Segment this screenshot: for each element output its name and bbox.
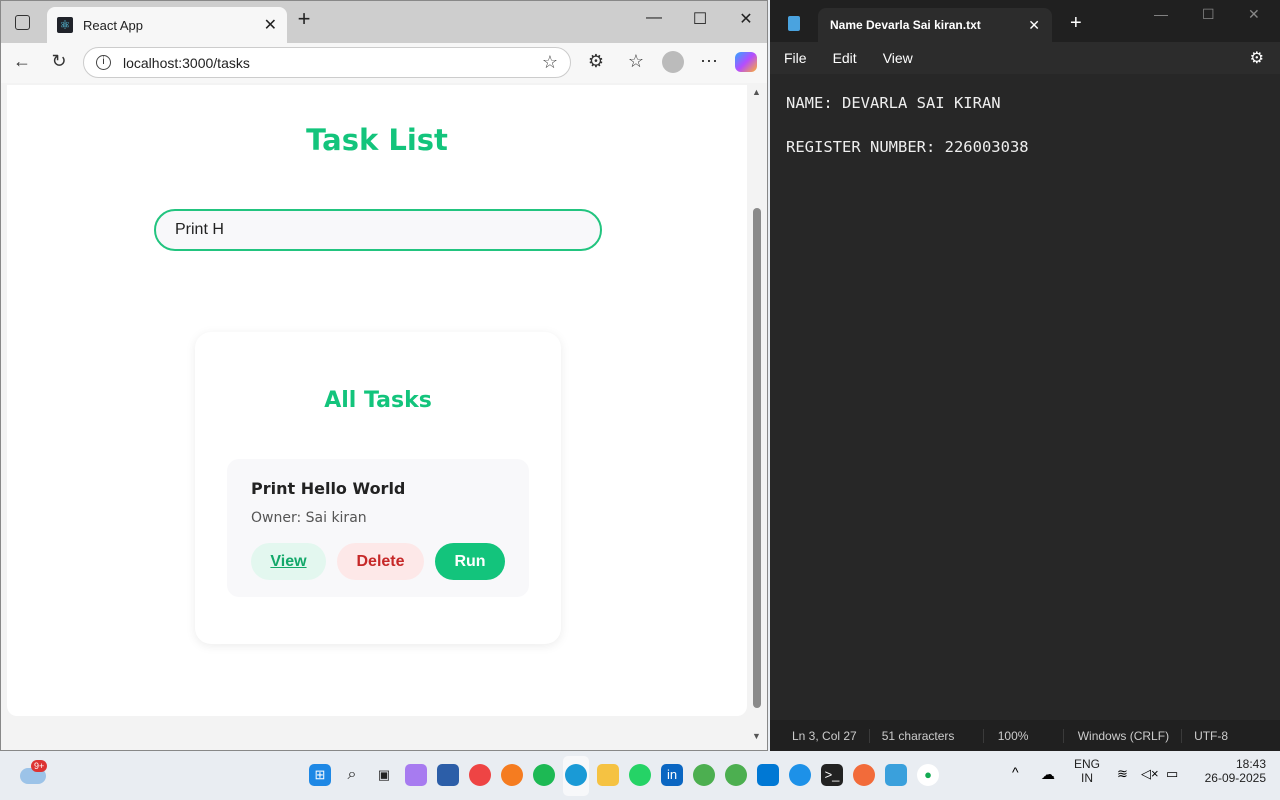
close-window-icon[interactable]: ✕	[731, 9, 761, 29]
vscode-icon[interactable]	[757, 764, 779, 786]
close-tab-icon[interactable]: ✕	[1028, 17, 1040, 34]
refresh-icon[interactable]: ↻	[47, 51, 71, 72]
mongodb-icon[interactable]: ●	[917, 764, 939, 786]
scrollbar-thumb[interactable]	[753, 208, 761, 708]
search-icon[interactable]: ⌕	[341, 764, 363, 786]
notepad-taskbar-icon[interactable]	[885, 764, 907, 786]
menu-edit[interactable]: Edit	[833, 50, 857, 66]
time: 18:43	[1235, 757, 1266, 771]
browser-tab[interactable]: ⚛ React App ✕	[47, 7, 287, 43]
wifi-icon[interactable]: ≋	[1117, 766, 1128, 782]
edge-icon[interactable]	[565, 764, 587, 786]
date: 26-09-2025	[1204, 771, 1266, 785]
lang-secondary: IN	[1081, 771, 1093, 785]
close-tab-icon[interactable]: ✕	[264, 15, 277, 35]
task-title: Print Hello World	[251, 479, 406, 498]
browser-titlebar: ⚛ React App ✕ + — ☐ ✕	[1, 1, 767, 43]
firefox-icon[interactable]	[501, 764, 523, 786]
close-window-icon[interactable]: ✕	[1248, 6, 1260, 23]
run-button[interactable]: Run	[435, 543, 505, 580]
react-icon: ⚛	[57, 17, 73, 33]
new-tab-icon[interactable]: +	[1070, 12, 1082, 35]
language-indicator[interactable]: ENG IN	[1074, 757, 1100, 785]
maximize-icon[interactable]: ☐	[685, 9, 715, 29]
store-icon[interactable]	[437, 764, 459, 786]
page-title: Task List	[306, 123, 448, 157]
scroll-down-icon[interactable]: ▼	[752, 731, 761, 741]
spotify-icon[interactable]	[533, 764, 555, 786]
char-count: 51 characters	[870, 728, 984, 743]
whatsapp-icon[interactable]	[629, 764, 651, 786]
copilot-app-icon[interactable]	[405, 764, 427, 786]
favorite-star-icon[interactable]: ☆	[542, 52, 558, 73]
section-title: All Tasks	[324, 388, 432, 413]
menu-view[interactable]: View	[883, 50, 913, 66]
scroll-up-icon[interactable]: ▲	[752, 87, 761, 97]
address-bar[interactable]: i localhost:3000/tasks ☆	[83, 47, 571, 78]
volume-muted-icon[interactable]: ◁×	[1141, 766, 1159, 782]
notepad-text-area[interactable]: NAME: DEVARLA SAI KIRAN REGISTER NUMBER:…	[786, 92, 1029, 158]
notepad-tab[interactable]: Name Devarla Sai kiran.txt ✕	[818, 8, 1052, 42]
chrome-profile2-icon[interactable]	[725, 764, 747, 786]
encoding: UTF-8	[1194, 728, 1229, 743]
task-owner: Owner: Sai kiran	[251, 510, 367, 526]
line-ending: Windows (CRLF)	[1064, 728, 1183, 743]
minimize-icon[interactable]: —	[1154, 6, 1168, 22]
all-tasks-card: All Tasks Print Hello World Owner: Sai k…	[195, 332, 561, 644]
notepad-app-icon	[788, 16, 800, 31]
tab-actions-icon[interactable]	[15, 15, 30, 30]
file-explorer-icon[interactable]	[597, 764, 619, 786]
terminal-icon[interactable]: >_	[821, 764, 843, 786]
lang-primary: ENG	[1074, 757, 1101, 771]
settings-icon[interactable]: ⚙	[1250, 48, 1264, 68]
clock[interactable]: 18:43 26-09-2025	[1196, 757, 1266, 785]
info-icon[interactable]: i	[96, 55, 111, 70]
zoom-level: 100%	[984, 728, 1064, 743]
minimize-icon[interactable]: —	[639, 9, 669, 27]
linkedin-icon[interactable]: in	[661, 764, 683, 786]
delete-button[interactable]: Delete	[337, 543, 424, 580]
url-text: localhost:3000/tasks	[123, 54, 250, 71]
copilot-icon[interactable]	[735, 52, 757, 72]
task-view-icon[interactable]: ▣	[373, 764, 395, 786]
weather-badge: 9+	[31, 760, 48, 772]
battery-icon[interactable]: ▭	[1166, 766, 1178, 782]
notepad-menubar: File Edit View ⚙	[770, 42, 1280, 74]
menu-file[interactable]: File	[784, 50, 807, 66]
view-button[interactable]: View	[251, 543, 326, 580]
extensions-icon[interactable]: ⚙	[584, 51, 608, 72]
start-icon[interactable]: ⊞	[309, 764, 331, 786]
cursor-position: Ln 3, Col 27	[770, 728, 870, 743]
notepad-window: Name Devarla Sai kiran.txt ✕ + — ☐ ✕ Fil…	[770, 0, 1280, 751]
tray-overflow-icon[interactable]: ^	[1012, 764, 1019, 780]
notepad-tab-title: Name Devarla Sai kiran.txt	[830, 18, 981, 32]
back-icon[interactable]: ←	[10, 51, 34, 72]
more-icon[interactable]: ⋯	[697, 51, 721, 72]
maximize-icon[interactable]: ☐	[1202, 6, 1215, 23]
chrome-profile-icon[interactable]	[693, 764, 715, 786]
docker-icon[interactable]	[789, 764, 811, 786]
tab-title: React App	[83, 17, 143, 33]
postman-icon[interactable]	[853, 764, 875, 786]
browser-window: ⚛ React App ✕ + — ☐ ✕ ← ↻ i localhost:30…	[0, 0, 768, 751]
notepad-statusbar: Ln 3, Col 27 51 characters 100% Windows …	[770, 720, 1280, 751]
profile-avatar[interactable]	[662, 51, 684, 73]
notepad-tabbar: Name Devarla Sai kiran.txt ✕ + — ☐ ✕	[770, 0, 1280, 42]
onedrive-icon[interactable]: ☁	[1041, 766, 1055, 783]
chrome-icon[interactable]	[469, 764, 491, 786]
task-search-input[interactable]	[154, 209, 602, 251]
task-item: Print Hello World Owner: Sai kiran View …	[227, 459, 529, 597]
favorites-icon[interactable]: ☆	[624, 51, 648, 72]
new-tab-icon[interactable]: +	[289, 6, 319, 32]
